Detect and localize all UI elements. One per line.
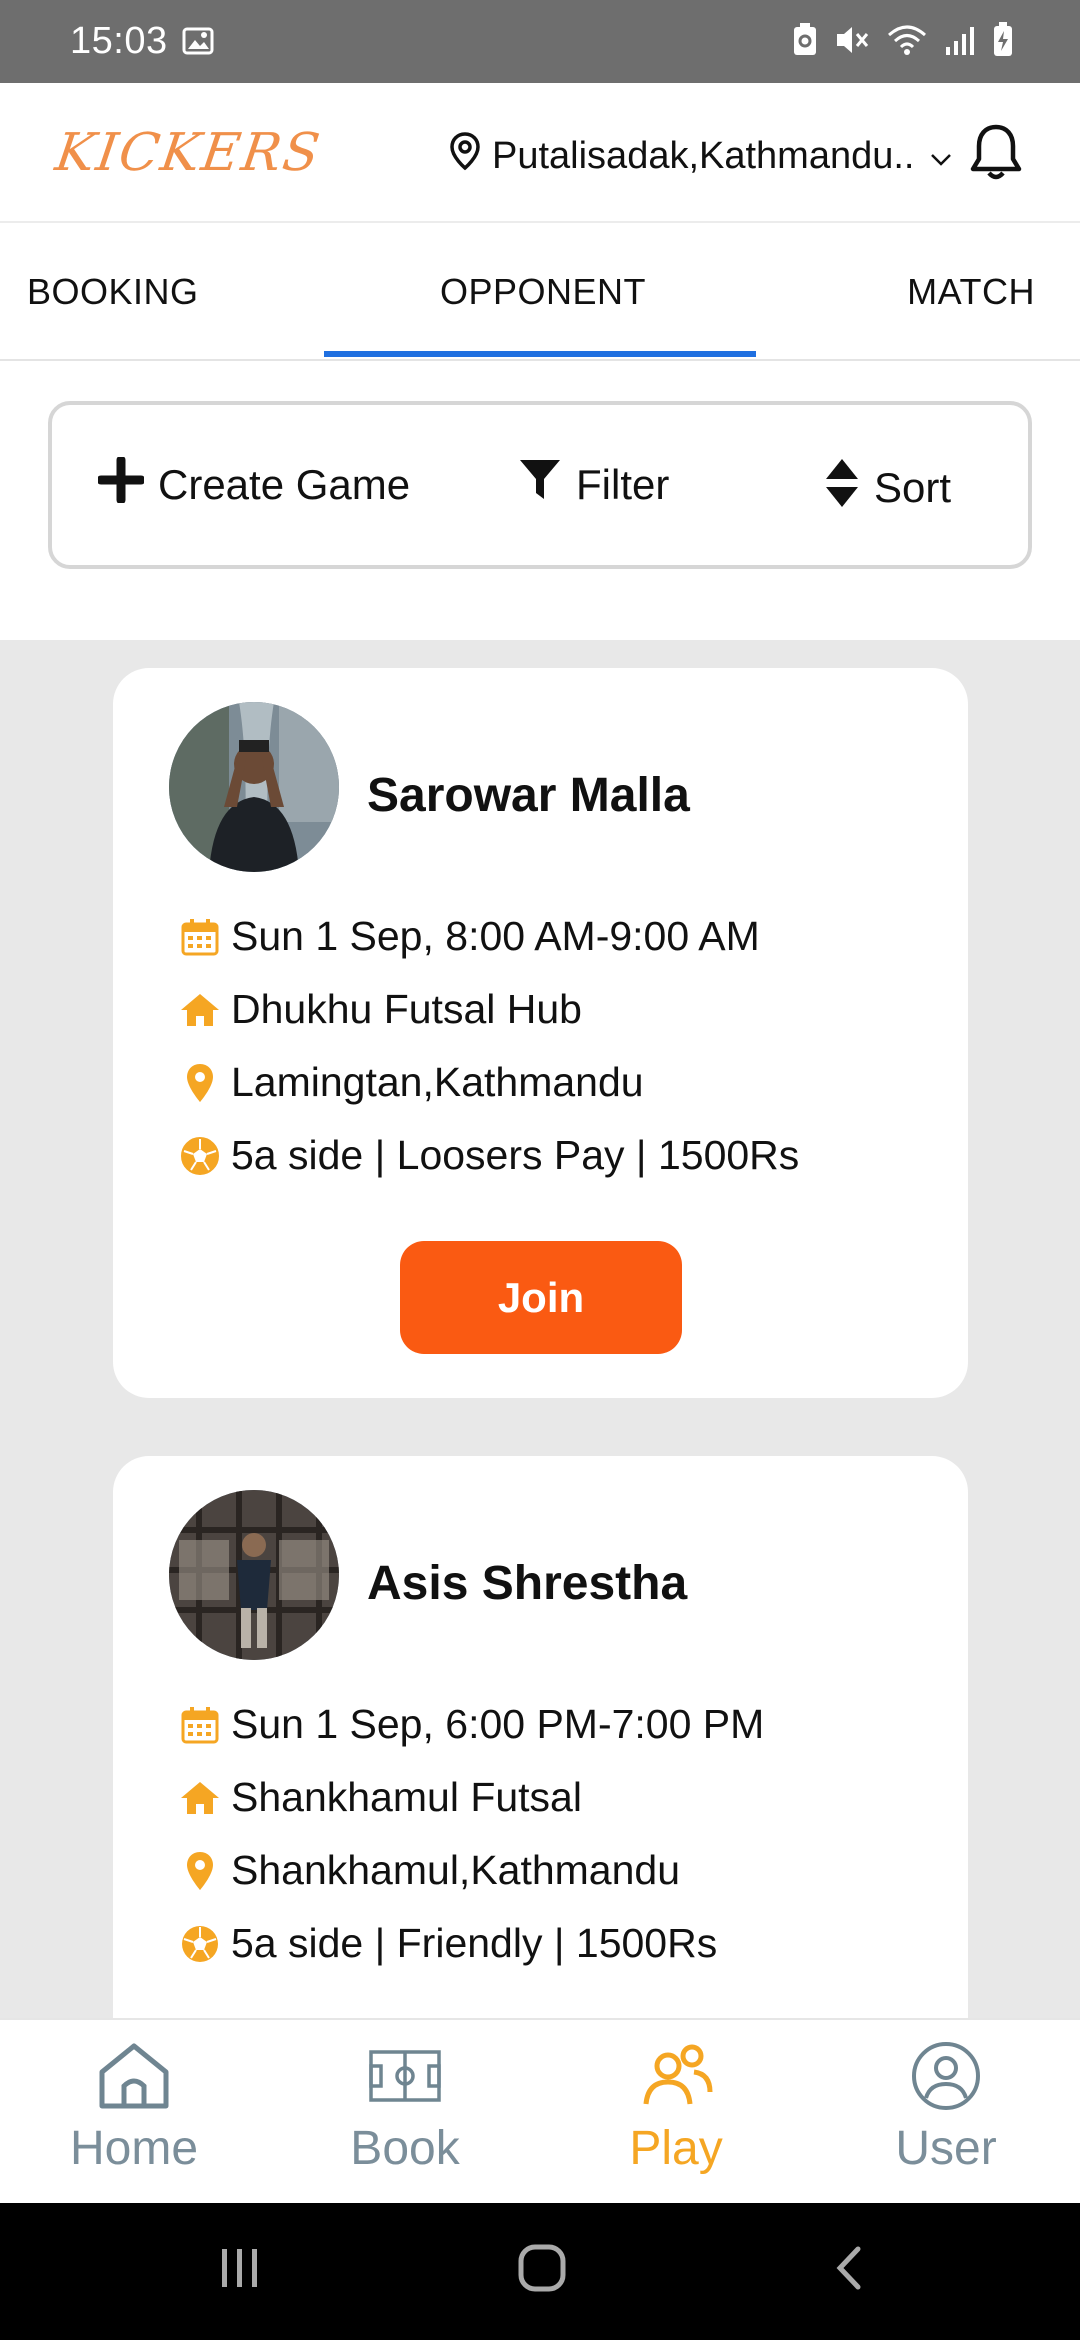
soccer-ball-icon: [179, 1136, 221, 1176]
avatar[interactable]: [169, 702, 339, 872]
recent-apps-icon[interactable]: [218, 2243, 262, 2298]
nav-play-label: Play: [629, 2122, 723, 2175]
tab-bar: BOOKING OPPONENT MATCH: [0, 223, 1080, 361]
player-name: Sarowar Malla: [367, 769, 690, 822]
game-datetime: Sun 1 Sep, 8:00 AM-9:00 AM: [231, 913, 760, 959]
home-icon: [96, 2040, 172, 2117]
user-icon: [908, 2040, 984, 2117]
bottom-nav: Home Book Play User: [0, 2018, 1080, 2203]
game-details-row: 5a side | Loosers Pay | 1500Rs: [179, 1132, 799, 1179]
plus-icon: [96, 455, 146, 513]
funnel-icon: [518, 457, 562, 513]
system-nav-bar: [0, 2203, 1080, 2340]
app-header: KICKERS Putalisadak,Kathmandu..: [0, 83, 1080, 223]
tab-booking[interactable]: BOOKING: [27, 271, 199, 313]
player-name: Asis Shrestha: [367, 1557, 688, 1610]
field-icon: [367, 2040, 443, 2117]
home-button-icon[interactable]: [517, 2243, 567, 2298]
venue-name: Shankhamul Futsal: [231, 1774, 582, 1820]
map-pin-icon: [179, 1062, 221, 1104]
game-datetime-row: Sun 1 Sep, 6:00 PM-7:00 PM: [179, 1701, 764, 1748]
game-datetime: Sun 1 Sep, 6:00 PM-7:00 PM: [231, 1701, 765, 1747]
venue-row: Dhukhu Futsal Hub: [179, 986, 582, 1033]
game-details: 5a side | Loosers Pay | 1500Rs: [231, 1132, 800, 1178]
people-icon: [638, 2040, 714, 2117]
app-logo: KICKERS: [51, 123, 325, 183]
address-row: Shankhamul,Kathmandu: [179, 1847, 680, 1894]
game-datetime-row: Sun 1 Sep, 8:00 AM-9:00 AM: [179, 913, 760, 960]
venue-name: Dhukhu Futsal Hub: [231, 986, 582, 1032]
nav-user-label: User: [895, 2122, 997, 2175]
sort-icon: [824, 457, 860, 519]
game-card: Asis Shrestha Sun 1 Sep, 6:00 PM-7:00 PM…: [113, 1456, 968, 2018]
sort-button[interactable]: Sort: [824, 457, 951, 519]
soccer-ball-icon: [179, 1924, 221, 1964]
avatar[interactable]: [169, 1490, 339, 1660]
location-selector[interactable]: Putalisadak,Kathmandu..: [448, 131, 953, 181]
tab-active-indicator: [324, 351, 756, 357]
nav-home-label: Home: [69, 2122, 199, 2175]
nav-home[interactable]: Home: [34, 2040, 234, 2176]
chevron-down-icon: [929, 135, 953, 178]
system-status-icons: [792, 22, 1014, 63]
game-card: Sarowar Malla Sun 1 Sep, 8:00 AM-9:00 AM…: [113, 668, 968, 1398]
opponent-feed: Sarowar Malla Sun 1 Sep, 8:00 AM-9:00 AM…: [0, 640, 1080, 2018]
app-screen: 15:03 KICKERS Putalisadak,Kathmandu.. BO…: [0, 0, 1080, 2340]
map-pin-icon: [179, 1850, 221, 1892]
gallery-icon: [182, 27, 214, 60]
venue-address: Lamingtan,Kathmandu: [231, 1059, 644, 1105]
nav-book-label: Book: [350, 2122, 460, 2175]
nav-play[interactable]: Play: [576, 2040, 776, 2176]
create-game-button[interactable]: Create Game: [96, 455, 411, 513]
location-text: Putalisadak,Kathmandu..: [492, 134, 915, 177]
sort-label: Sort: [874, 464, 952, 511]
action-bar: Create Game Filter Sort: [0, 361, 1080, 640]
game-details: 5a side | Friendly | 1500Rs: [231, 1920, 718, 1966]
join-button[interactable]: Join: [400, 1241, 682, 1354]
status-bar: 15:03: [0, 0, 1080, 83]
calendar-icon: [179, 1706, 221, 1744]
mute-icon: [834, 23, 870, 62]
create-game-label: Create Game: [158, 461, 411, 508]
game-details-row: 5a side | Friendly | 1500Rs: [179, 1920, 717, 1967]
tab-opponent[interactable]: OPPONENT: [440, 271, 646, 313]
filter-button[interactable]: Filter: [518, 457, 669, 513]
tab-match[interactable]: MATCH: [907, 271, 1035, 313]
filter-label: Filter: [576, 461, 670, 508]
battery-charging-icon: [992, 22, 1014, 63]
bell-icon[interactable]: [966, 121, 1026, 190]
nav-book[interactable]: Book: [305, 2040, 505, 2176]
location-pin-icon: [448, 131, 482, 181]
nav-user[interactable]: User: [846, 2040, 1046, 2176]
signal-icon: [944, 23, 976, 62]
wifi-icon: [886, 23, 928, 62]
home-icon: [179, 992, 221, 1028]
venue-row: Shankhamul Futsal: [179, 1774, 582, 1821]
back-icon[interactable]: [830, 2243, 866, 2298]
address-row: Lamingtan,Kathmandu: [179, 1059, 644, 1106]
home-icon: [179, 1780, 221, 1816]
status-time: 15:03: [70, 20, 168, 62]
venue-address: Shankhamul,Kathmandu: [231, 1847, 681, 1893]
battery-saver-icon: [792, 23, 818, 62]
calendar-icon: [179, 918, 221, 956]
action-toolbar: Create Game Filter Sort: [48, 401, 1032, 569]
